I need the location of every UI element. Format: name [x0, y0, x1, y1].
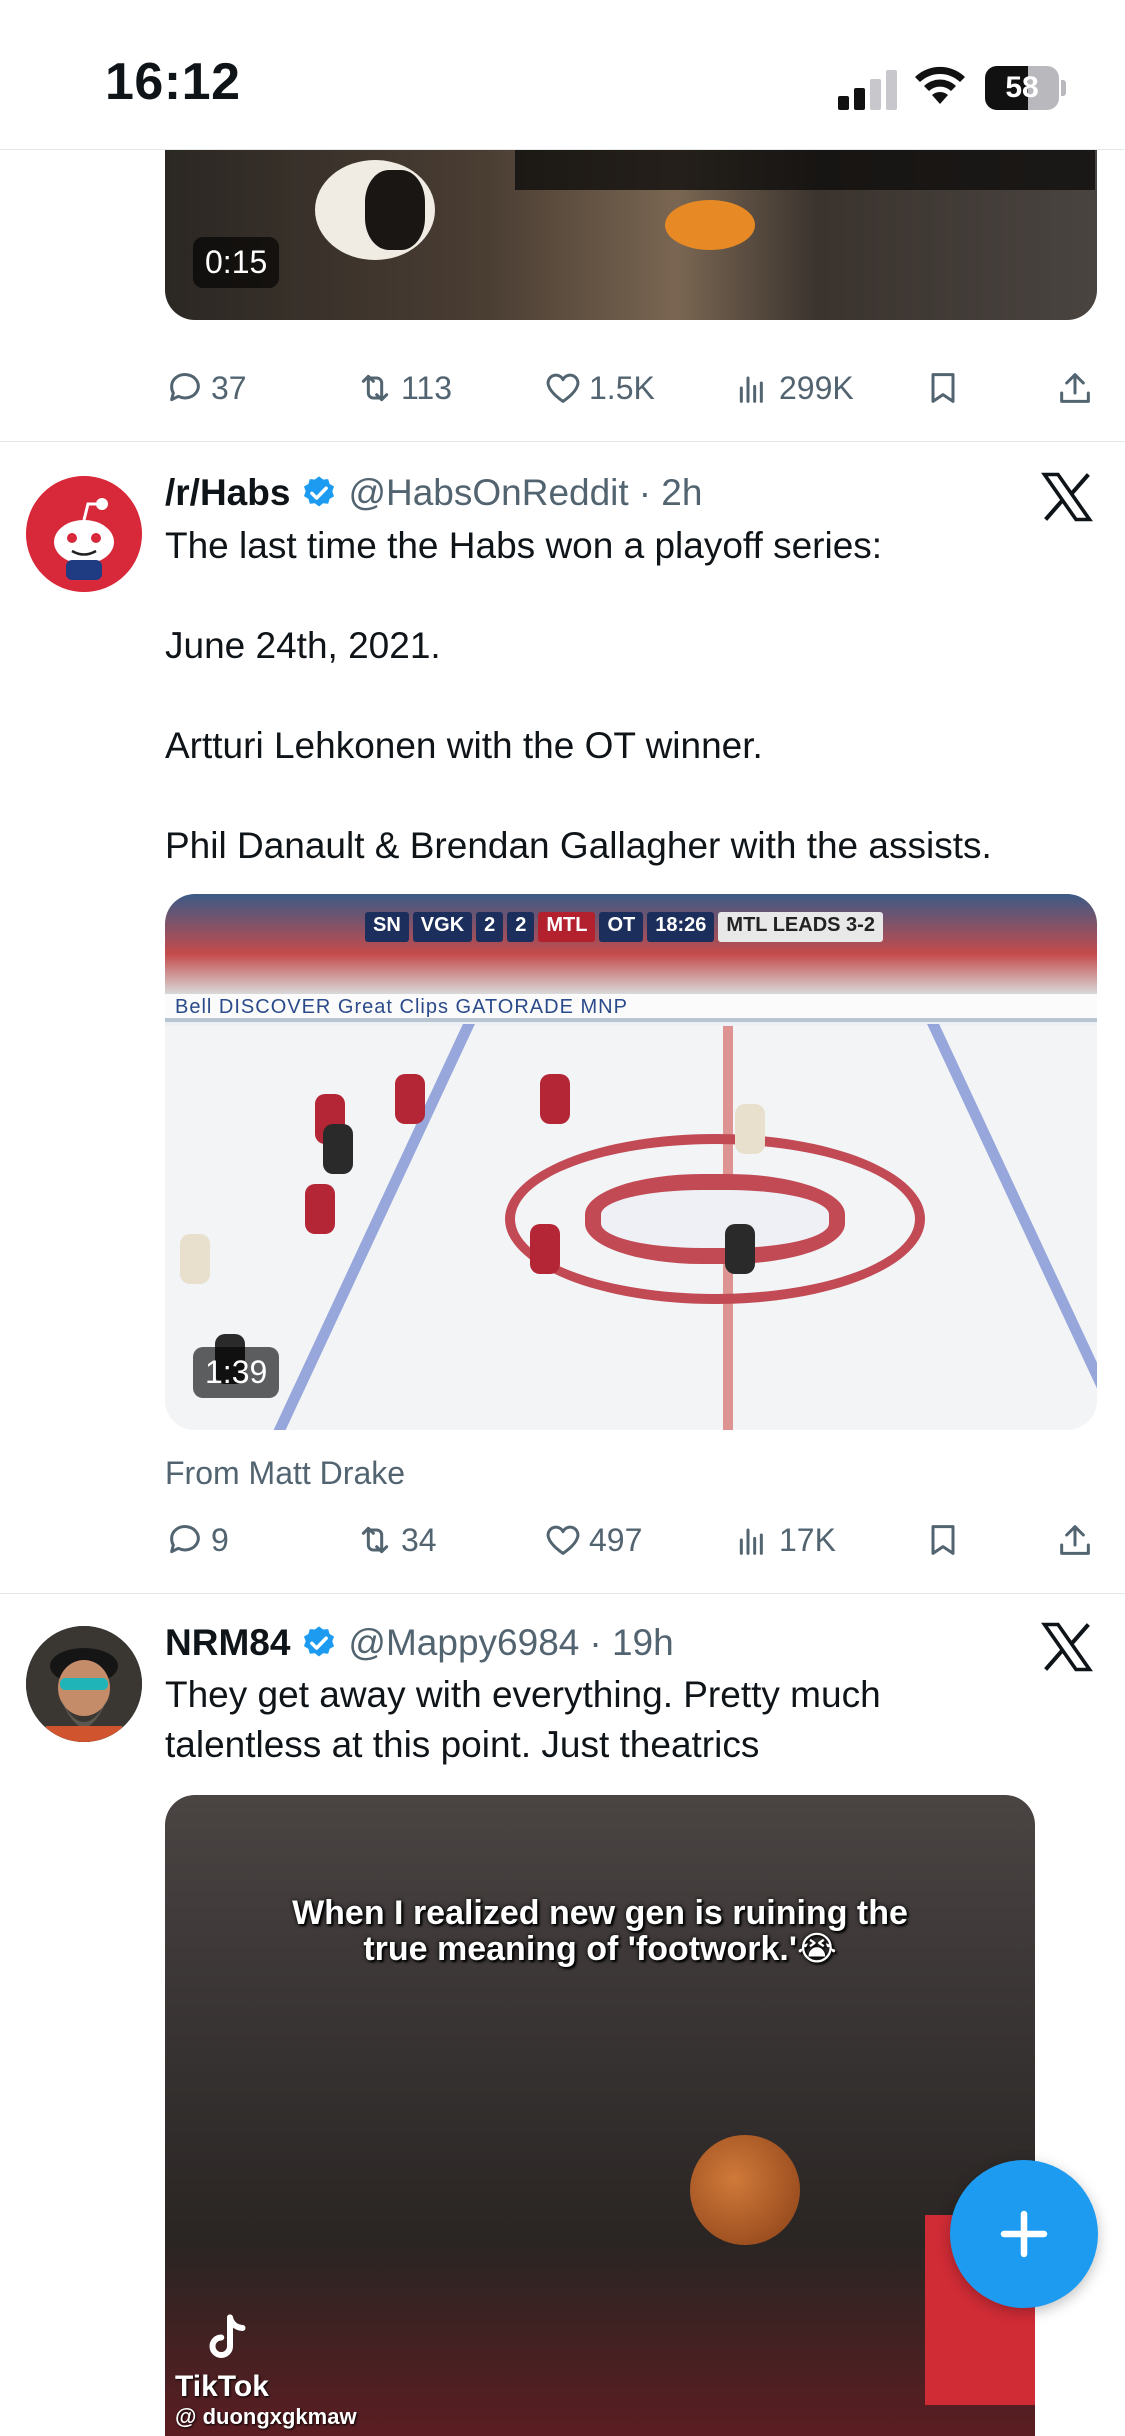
- video-thumbnail[interactable]: SN VGK 2 2 MTL OT 18:26 MTL LEADS 3-2 Be…: [165, 894, 1097, 1430]
- tiktok-brand: TikTok: [175, 2370, 269, 2403]
- reply-button[interactable]: 9: [165, 1510, 229, 1570]
- battery-percent: 58: [1005, 71, 1039, 104]
- series-status: MTL LEADS 3-2: [718, 912, 883, 942]
- tweet-header: NRM84 @Mappy6984 · 19h: [165, 1618, 674, 1668]
- bookmark-icon: [931, 373, 955, 403]
- video-thumbnail[interactable]: When I realized new gen is ruining the t…: [165, 1795, 1035, 2436]
- bookmark-icon: [931, 1525, 955, 1555]
- cellular-signal-icon: [838, 70, 897, 110]
- share-icon: [1060, 1525, 1090, 1555]
- bookmark-button[interactable]: [923, 1510, 963, 1570]
- wifi-icon: [915, 66, 965, 104]
- views-button[interactable]: 299K: [733, 358, 854, 418]
- battery-icon: 58: [985, 66, 1066, 110]
- bookmark-button[interactable]: [923, 358, 963, 418]
- basketball: [690, 2135, 800, 2245]
- rink-boards: Bell DISCOVER Great Clips GATORADE MNP: [165, 994, 1097, 1022]
- network-logo: SN: [365, 912, 409, 942]
- heart-icon: [546, 1525, 580, 1555]
- repost-count: 113: [401, 369, 453, 406]
- repost-count: 34: [401, 1521, 437, 1558]
- status-bar: 16:12 58: [0, 0, 1125, 150]
- away-team: VGK: [412, 912, 473, 942]
- share-button[interactable]: [1055, 1510, 1095, 1570]
- verified-badge-icon: [304, 476, 335, 507]
- compose-button[interactable]: [950, 2160, 1098, 2308]
- x-logo-icon[interactable]: [1040, 470, 1094, 524]
- views-button[interactable]: 17K: [733, 1510, 836, 1570]
- video-thumbnail[interactable]: 0:15: [165, 150, 1097, 320]
- profile-photo: [26, 1626, 142, 1742]
- score-overlay: SN VGK 2 2 MTL OT 18:26 MTL LEADS 3-2: [365, 912, 883, 942]
- tiktok-watermark: TikTok @ duongxgkmaw: [175, 2310, 357, 2430]
- verified-badge-icon: [304, 1626, 335, 1657]
- repost-icon: [361, 1526, 389, 1554]
- reply-button[interactable]: 37: [165, 358, 247, 418]
- tweet-time: · 19h: [589, 1622, 674, 1663]
- user-handle[interactable]: @HabsOnReddit: [348, 472, 628, 514]
- like-button[interactable]: 497: [543, 1510, 642, 1570]
- x-logo-icon[interactable]: [1040, 1620, 1094, 1674]
- tweet-text: They get away with everything. Pretty mu…: [165, 1674, 881, 1765]
- game-clock: 18:26: [647, 912, 715, 942]
- tiktok-user: @ duongxgkmaw: [175, 2404, 357, 2429]
- heart-icon: [546, 373, 580, 403]
- views-icon: [739, 376, 763, 403]
- reddit-snoo-icon: [26, 476, 142, 592]
- view-count: 17K: [779, 1521, 836, 1558]
- like-count: 497: [589, 1521, 643, 1558]
- away-score: 2: [476, 912, 504, 942]
- share-button[interactable]: [1055, 358, 1095, 418]
- home-team: MTL: [538, 912, 596, 942]
- status-time: 16:12: [105, 53, 241, 111]
- avatar[interactable]: [26, 476, 142, 592]
- home-score: 2: [507, 912, 535, 942]
- divider: [0, 1593, 1125, 1594]
- reply-icon: [170, 373, 200, 402]
- video-caption: When I realized new gen is ruining the t…: [292, 1894, 908, 1968]
- reply-icon: [170, 1525, 200, 1554]
- tweet-header: /r/Habs @HabsOnReddit · 2h: [165, 468, 702, 518]
- views-icon: [739, 1528, 763, 1555]
- video-duration: 1:39: [193, 1347, 280, 1398]
- repost-button[interactable]: 34: [355, 1510, 437, 1570]
- display-name[interactable]: NRM84: [165, 1622, 290, 1664]
- user-handle[interactable]: @Mappy6984: [348, 1622, 579, 1664]
- tweet-actions: 37 113 1.5K 299K: [165, 358, 1097, 418]
- tweet-actions: 9 34 497 17K: [165, 1510, 1097, 1570]
- share-icon: [1060, 373, 1090, 403]
- reply-count: 37: [211, 369, 247, 406]
- like-button[interactable]: 1.5K: [543, 358, 655, 418]
- source-attribution[interactable]: From Matt Drake: [165, 1455, 405, 1492]
- period: OT: [599, 912, 644, 942]
- plus-icon: [1000, 2210, 1048, 2258]
- tiktok-icon: [209, 2314, 246, 2358]
- repost-button[interactable]: 113: [355, 358, 452, 418]
- repost-icon: [361, 374, 389, 402]
- avatar[interactable]: [26, 1626, 142, 1742]
- reply-count: 9: [211, 1521, 229, 1558]
- like-count: 1.5K: [589, 369, 655, 406]
- video-duration: 0:15: [193, 237, 280, 288]
- tweet-time: · 2h: [638, 472, 703, 513]
- tweet-text: The last time the Habs won a playoff ser…: [165, 525, 992, 866]
- divider: [0, 441, 1125, 442]
- view-count: 299K: [779, 369, 854, 406]
- display-name[interactable]: /r/Habs: [165, 472, 290, 514]
